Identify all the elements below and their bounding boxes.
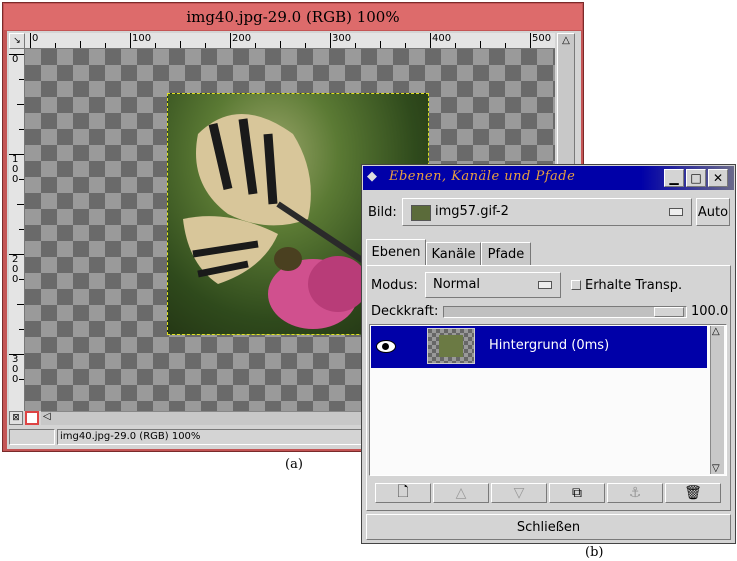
status-text: img40.jpg-29.0 (RGB) 100% [60, 431, 201, 442]
new-page-icon: 🗋 [397, 484, 409, 500]
layer-list-scrollbar[interactable]: △ ▽ [710, 326, 724, 474]
layers-dialog-titlebar[interactable]: ◆ Ebenen, Kanäle und Pfade ▁ □ ✕ [363, 166, 734, 190]
scroll-down-arrow-icon[interactable]: ▽ [712, 463, 720, 474]
layer-name: Hintergrund (0ms) [489, 338, 610, 353]
new-layer-button[interactable]: 🗋 [375, 483, 431, 503]
close-dialog-button[interactable]: Schließen [366, 514, 731, 540]
image-thumbnail-icon [411, 205, 431, 221]
raise-layer-button[interactable]: △ [433, 483, 489, 503]
maximize-button[interactable]: □ [686, 169, 706, 187]
minimize-button[interactable]: ▁ [664, 169, 684, 187]
opacity-label: Deckkraft: [371, 304, 439, 319]
horizontal-ruler[interactable]: 0 100 200 300 400 500 [25, 33, 555, 49]
layer-toolbar: 🗋 △ ▽ ⧉ ⚓ 🗑 [369, 480, 727, 506]
image-select-value: img57.gif-2 [435, 204, 509, 219]
eye-visibility-icon[interactable] [376, 340, 396, 353]
tab-ebenen[interactable]: Ebenen [366, 239, 426, 265]
layers-dialog: ◆ Ebenen, Kanäle und Pfade ▁ □ ✕ Bild: i… [361, 164, 736, 544]
ruler-corner[interactable]: ↘ [9, 33, 25, 49]
anchor-icon: ⚓ [628, 485, 642, 501]
trash-icon: 🗑 [684, 485, 702, 501]
ruler-h-label: 100 [132, 33, 152, 44]
anchor-layer-button[interactable]: ⚓ [607, 483, 663, 503]
triangle-down-icon: ▽ [513, 485, 525, 501]
image-window-titlebar[interactable]: img40.jpg-29.0 (RGB) 100% [4, 4, 582, 30]
keep-transparency-label: Erhalte Transp. [585, 278, 683, 293]
dropdown-indicator-icon [669, 208, 683, 216]
layers-tab-panel: Modus: Normal Erhalte Transp. Deckkraft:… [366, 265, 731, 511]
auto-button[interactable]: Auto [696, 198, 730, 226]
caption-b: (b) [585, 545, 604, 560]
mode-dropdown[interactable]: Normal [425, 272, 561, 298]
delete-layer-button[interactable]: 🗑 [665, 483, 721, 503]
lower-layer-button[interactable]: ▽ [491, 483, 547, 503]
navigation-button[interactable]: ⊠ [9, 411, 23, 425]
ruler-h-label: 0 [32, 33, 39, 44]
ruler-h-label: 400 [432, 33, 452, 44]
layer-thumbnail [427, 328, 475, 364]
dropdown-indicator-icon [538, 281, 552, 289]
duplicate-icon: ⧉ [572, 485, 582, 501]
status-bar: img40.jpg-29.0 (RGB) 100% [57, 429, 367, 445]
dialog-menu-icon[interactable]: ◆ [367, 169, 377, 184]
close-window-button[interactable]: ✕ [708, 169, 728, 187]
layers-dialog-title: Ebenen, Kanäle und Pfade [389, 169, 576, 184]
image-window-title: img40.jpg-29.0 (RGB) 100% [186, 8, 400, 26]
tab-pfade[interactable]: Pfade [481, 242, 531, 265]
scroll-up-arrow-icon[interactable]: △ [559, 34, 573, 48]
vertical-ruler[interactable]: 0 100 200 300 [9, 49, 25, 411]
ruler-h-label: 200 [232, 33, 252, 44]
keep-transparency-checkbox[interactable] [571, 280, 581, 290]
image-select-dropdown[interactable]: img57.gif-2 [402, 198, 692, 226]
scroll-up-arrow-icon[interactable]: △ [712, 326, 720, 337]
ruler-v-label: 200 [12, 254, 19, 285]
opacity-slider-handle[interactable] [654, 307, 684, 317]
opacity-slider[interactable] [443, 306, 687, 318]
opacity-value: 100.0 [691, 304, 729, 319]
scroll-left-arrow-icon[interactable]: ◁ [43, 411, 51, 422]
mode-label: Modus: [371, 278, 418, 293]
layer-row[interactable]: Hintergrund (0ms) [371, 326, 707, 368]
duplicate-layer-button[interactable]: ⧉ [549, 483, 605, 503]
quickmask-toggle-icon[interactable] [25, 411, 39, 425]
triangle-up-icon: △ [455, 485, 467, 501]
image-label: Bild: [368, 205, 397, 220]
ruler-h-label: 300 [332, 33, 352, 44]
tab-kanaele[interactable]: Kanäle [426, 242, 481, 265]
layer-list[interactable]: Hintergrund (0ms) △ ▽ [369, 324, 727, 476]
ruler-v-label: 100 [12, 154, 19, 185]
ruler-h-label: 500 [532, 33, 552, 44]
status-left-field [9, 429, 55, 445]
ruler-v-label: 0 [12, 54, 19, 65]
caption-a: (a) [285, 457, 303, 472]
ruler-v-label: 300 [12, 354, 19, 385]
